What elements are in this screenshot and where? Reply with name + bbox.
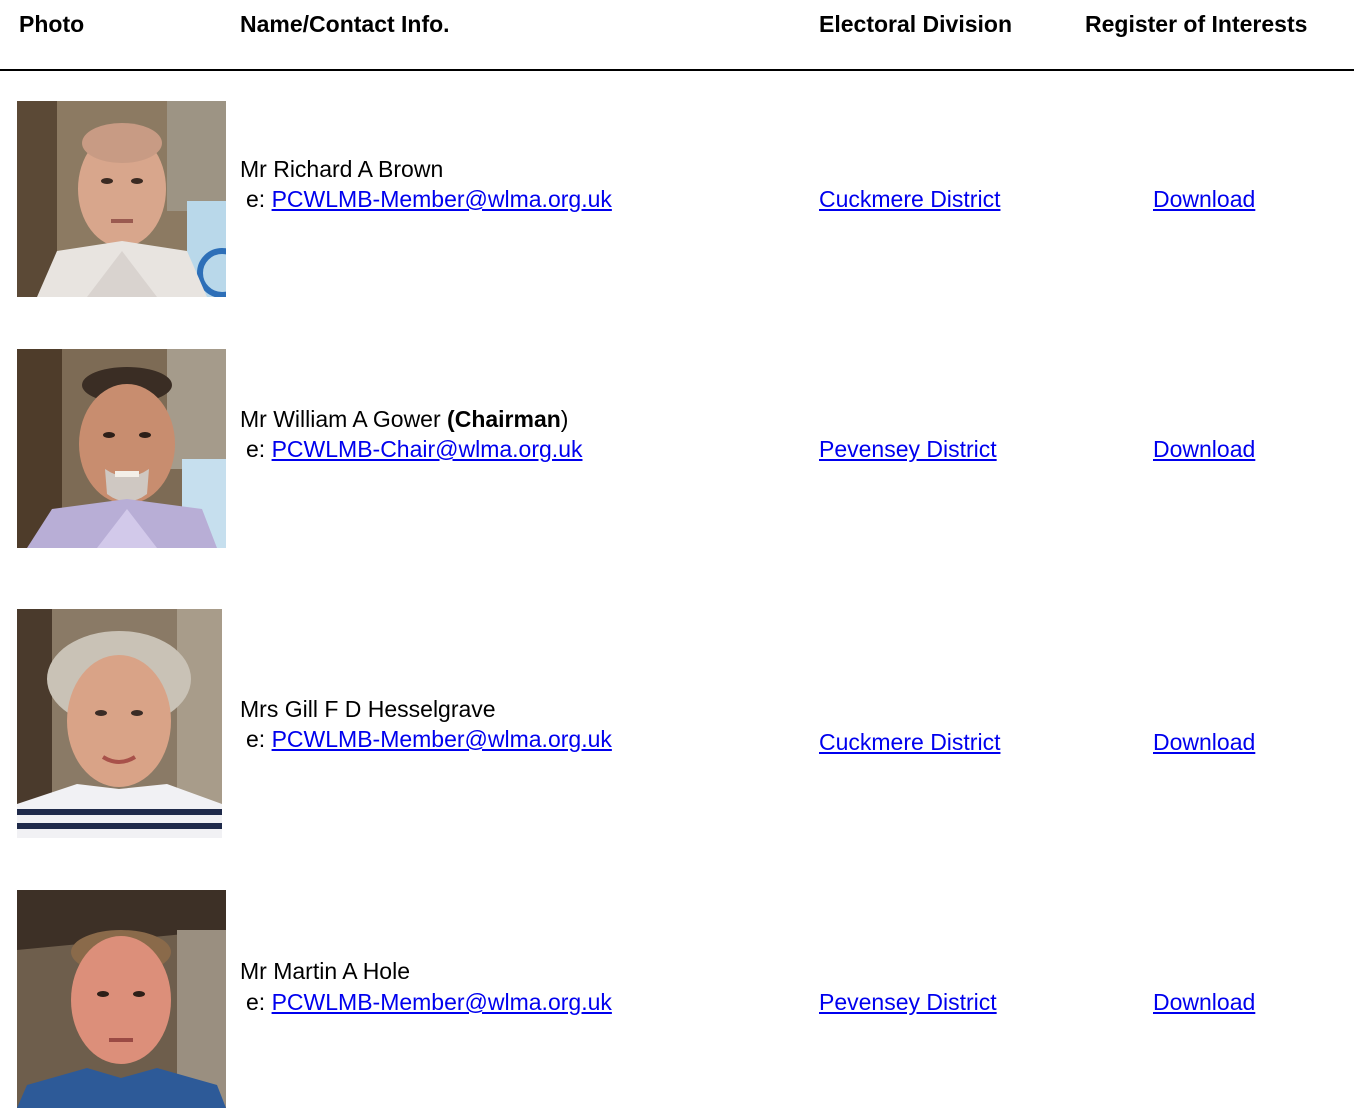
member-email-line: e: PCWLMB-Member@wlma.org.uk	[246, 184, 612, 214]
register-download-link[interactable]: Download	[1153, 184, 1255, 214]
portrait-photo-icon	[17, 349, 226, 548]
email-prefix: e:	[246, 436, 266, 462]
register-download-link[interactable]: Download	[1153, 434, 1255, 464]
member-name-text: Mrs Gill F D Hesselgrave	[240, 696, 496, 722]
member-email-line: e: PCWLMB-Member@wlma.org.uk	[246, 724, 612, 754]
member-photo	[17, 890, 226, 1108]
member-photo	[17, 101, 226, 297]
email-link[interactable]: PCWLMB-Member@wlma.org.uk	[272, 989, 612, 1015]
member-email-line: e: PCWLMB-Chair@wlma.org.uk	[246, 434, 582, 464]
member-name-text: Mr Martin A Hole	[240, 958, 410, 984]
member-name: Mr William A Gower (Chairman)	[240, 404, 568, 434]
portrait-photo-icon	[17, 609, 222, 838]
email-link[interactable]: PCWLMB-Chair@wlma.org.uk	[272, 436, 583, 462]
header-register-of-interests: Register of Interests	[1085, 11, 1308, 37]
division-link[interactable]: Cuckmere District	[819, 727, 1000, 757]
header-electoral-division: Electoral Division	[819, 11, 1013, 37]
member-role-close: )	[560, 406, 569, 432]
division-link[interactable]: Cuckmere District	[819, 184, 1000, 214]
email-prefix: e:	[246, 186, 266, 212]
member-name-text: Mr Richard A Brown	[240, 156, 444, 182]
member-email-line: e: PCWLMB-Member@wlma.org.uk	[246, 987, 612, 1017]
member-name: Mr Martin A Hole	[240, 956, 410, 986]
header-divider	[0, 69, 1354, 71]
portrait-photo-icon	[17, 101, 226, 297]
header-name-contact: Name/Contact Info.	[240, 11, 450, 37]
email-prefix: e:	[246, 726, 266, 752]
portrait-photo-icon	[17, 890, 226, 1108]
member-name: Mrs Gill F D Hesselgrave	[240, 694, 496, 724]
member-photo	[17, 609, 222, 838]
email-prefix: e:	[246, 989, 266, 1015]
division-link[interactable]: Pevensey District	[819, 987, 997, 1017]
register-download-link[interactable]: Download	[1153, 987, 1255, 1017]
division-link[interactable]: Pevensey District	[819, 434, 997, 464]
email-link[interactable]: PCWLMB-Member@wlma.org.uk	[272, 186, 612, 212]
member-photo	[17, 349, 226, 548]
register-download-link[interactable]: Download	[1153, 727, 1255, 757]
header-photo: Photo	[19, 11, 85, 37]
member-name: Mr Richard A Brown	[240, 154, 443, 184]
member-role: Chairman	[454, 406, 561, 432]
email-link[interactable]: PCWLMB-Member@wlma.org.uk	[272, 726, 612, 752]
member-role-open: (	[447, 406, 455, 432]
member-name-text: Mr William A Gower	[240, 406, 448, 432]
